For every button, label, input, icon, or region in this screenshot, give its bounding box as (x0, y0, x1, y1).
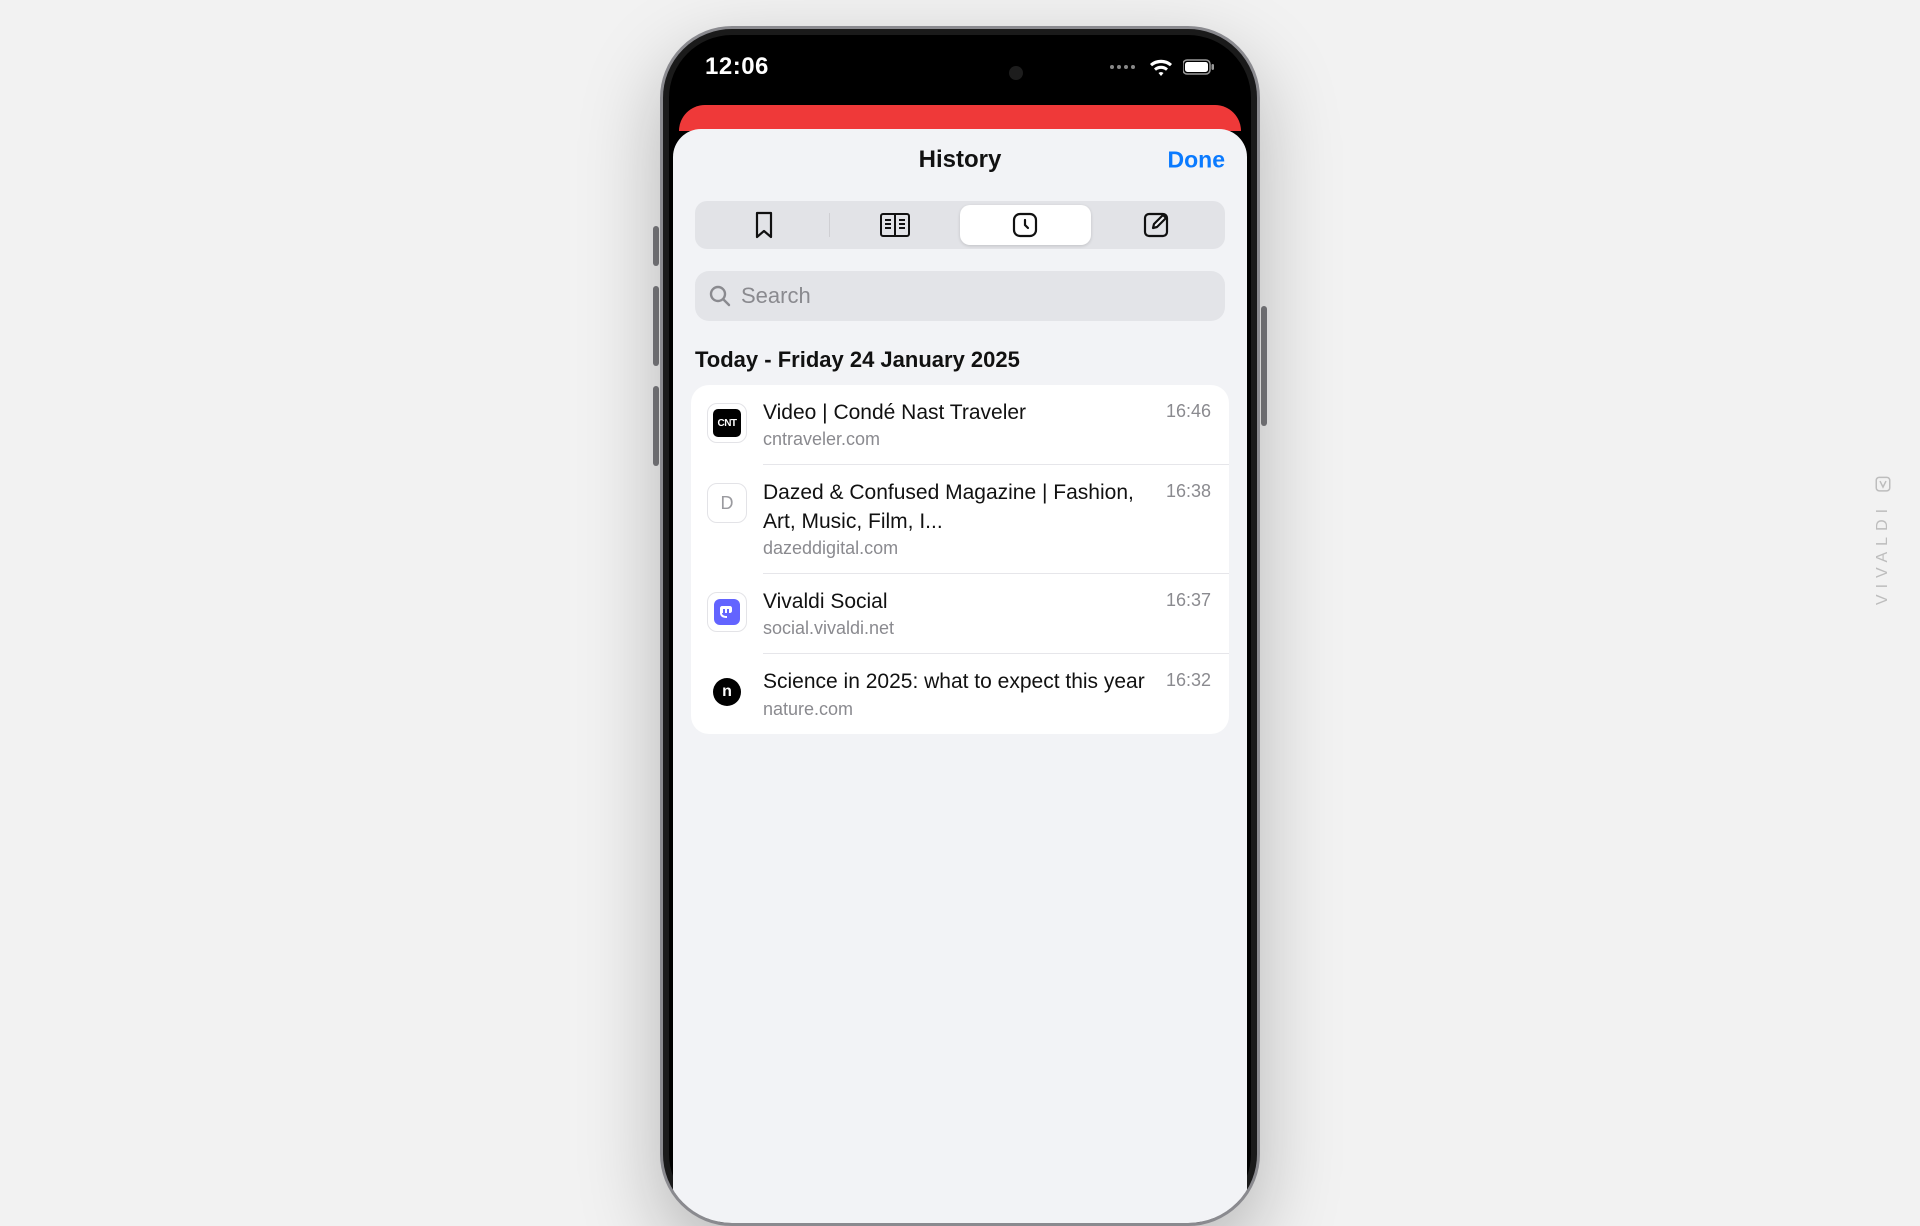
vivaldi-watermark: VIVALDI (1874, 475, 1892, 605)
history-item[interactable]: D Dazed & Confused Magazine | Fashion, A… (691, 465, 1229, 573)
favicon: CNT (707, 403, 747, 443)
letter-favicon: D (721, 493, 734, 514)
favicon: D (707, 483, 747, 523)
notes-icon (1142, 211, 1170, 239)
bookmark-icon (753, 211, 775, 239)
cellular-icon (1110, 65, 1135, 69)
wifi-icon (1149, 58, 1173, 76)
nature-favicon: n (713, 678, 741, 706)
history-item[interactable]: Vivaldi Social social.vivaldi.net 16:37 (691, 574, 1229, 653)
history-section-header: Today - Friday 24 January 2025 (695, 347, 1225, 373)
history-item-domain: social.vivaldi.net (763, 618, 1150, 639)
phone-volume-down (653, 386, 659, 466)
page-title: History (919, 146, 1002, 174)
history-item-domain: cntraveler.com (763, 429, 1150, 450)
tab-history[interactable] (960, 205, 1091, 245)
history-item-title: Science in 2025: what to expect this yea… (763, 668, 1150, 696)
mastodon-favicon (714, 599, 740, 625)
status-time: 12:06 (705, 53, 769, 81)
favicon: n (707, 672, 747, 712)
search-icon (709, 285, 731, 307)
battery-icon (1183, 59, 1215, 75)
phone-frame: 12:06 History Done (660, 26, 1260, 1226)
history-item-time: 16:37 (1166, 588, 1211, 639)
history-item-title: Dazed & Confused Magazine | Fashion, Art… (763, 479, 1150, 536)
panel-tabs (695, 201, 1225, 249)
history-item-domain: nature.com (763, 699, 1150, 720)
history-sheet: History Done (673, 129, 1247, 1223)
history-icon (1011, 211, 1039, 239)
history-item-title: Video | Condé Nast Traveler (763, 399, 1150, 427)
history-item-time: 16:38 (1166, 479, 1211, 559)
tab-notes[interactable] (1091, 205, 1222, 245)
dynamic-island (885, 53, 1035, 93)
history-item-time: 16:46 (1166, 399, 1211, 450)
history-item-title: Vivaldi Social (763, 588, 1150, 616)
search-input[interactable] (741, 283, 1211, 309)
phone-mute-switch (653, 226, 659, 266)
history-list: CNT Video | Condé Nast Traveler cntravel… (691, 385, 1229, 734)
done-button[interactable]: Done (1168, 147, 1226, 174)
cnt-favicon: CNT (713, 409, 741, 437)
favicon (707, 592, 747, 632)
browser-toolbar-peek (679, 105, 1241, 131)
history-item-domain: dazeddigital.com (763, 538, 1150, 559)
phone-volume-up (653, 286, 659, 366)
history-item-time: 16:32 (1166, 668, 1211, 719)
history-item[interactable]: n Science in 2025: what to expect this y… (691, 654, 1229, 733)
search-field[interactable] (695, 271, 1225, 321)
tab-reading-list[interactable] (830, 205, 961, 245)
phone-power-button (1261, 306, 1267, 426)
history-item[interactable]: CNT Video | Condé Nast Traveler cntravel… (691, 385, 1229, 464)
tab-bookmarks[interactable] (699, 205, 830, 245)
reading-list-icon (879, 212, 911, 238)
status-bar: 12:06 (663, 29, 1257, 105)
